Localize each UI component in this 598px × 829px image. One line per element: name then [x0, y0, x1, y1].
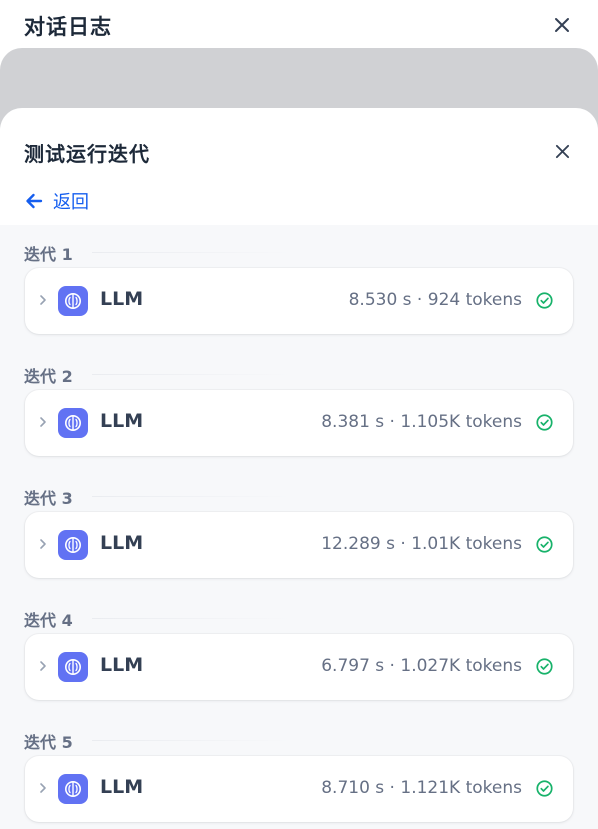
elapsed-time: 12.289 s	[321, 534, 395, 554]
token-count: 1.01K tokens	[411, 534, 522, 554]
check-circle-icon	[536, 780, 553, 797]
iteration-divider	[92, 252, 292, 253]
token-count: 1.105K tokens	[400, 412, 522, 432]
iteration-label: 迭代 3	[24, 489, 73, 508]
iteration-label: 迭代 4	[24, 611, 73, 630]
back-label: 返回	[53, 192, 89, 213]
meta-separator: ·	[411, 290, 428, 310]
chevron-right-icon[interactable]	[37, 293, 49, 307]
iteration-label: 迭代 1	[24, 245, 73, 264]
node-title: LLM	[100, 410, 144, 432]
close-icon[interactable]	[550, 13, 574, 37]
node-title: LLM	[100, 654, 144, 676]
chevron-right-icon[interactable]	[37, 781, 49, 795]
iteration-divider	[92, 496, 292, 497]
check-circle-icon	[536, 536, 553, 553]
meta-separator: ·	[384, 412, 401, 432]
llm-brain-icon	[58, 530, 88, 560]
check-circle-icon	[536, 658, 553, 675]
elapsed-time: 8.710 s	[321, 778, 385, 798]
node-run-meta: 6.797 s · 1.027K tokens	[321, 656, 522, 676]
iteration-node-card[interactable]: LLM 12.289 s · 1.01K tokens	[25, 512, 573, 578]
iteration-list: 迭代 1 LLM 8.530 s · 924 tokens 迭代 2 LLM 8…	[0, 225, 598, 829]
iteration-label: 迭代 2	[24, 367, 73, 386]
chevron-right-icon[interactable]	[37, 415, 49, 429]
elapsed-time: 6.797 s	[321, 656, 385, 676]
arrow-left-icon	[26, 193, 43, 209]
panel-title: 测试运行迭代	[24, 142, 150, 166]
node-title: LLM	[100, 776, 144, 798]
node-title: LLM	[100, 288, 144, 310]
check-circle-icon	[536, 292, 553, 309]
token-count: 1.121K tokens	[400, 778, 522, 798]
llm-brain-icon	[58, 286, 88, 316]
iteration-label: 迭代 5	[24, 733, 73, 752]
elapsed-time: 8.381 s	[321, 412, 385, 432]
iteration-node-card[interactable]: LLM 8.381 s · 1.105K tokens	[25, 390, 573, 456]
token-count: 924 tokens	[427, 290, 522, 310]
meta-separator: ·	[394, 534, 412, 554]
iteration-divider	[92, 740, 292, 741]
node-title: LLM	[100, 532, 144, 554]
node-run-meta: 8.381 s · 1.105K tokens	[321, 412, 522, 432]
node-run-meta: 8.530 s · 924 tokens	[349, 290, 522, 310]
node-run-meta: 12.289 s · 1.01K tokens	[321, 534, 522, 554]
back-button[interactable]: 返回	[24, 188, 89, 214]
iteration-panel: 测试运行迭代 返回 迭代 1 LLM 8.530 s · 924 tokens …	[0, 108, 598, 829]
iteration-node-card[interactable]: LLM 8.710 s · 1.121K tokens	[25, 756, 573, 822]
iteration-divider	[92, 374, 292, 375]
node-run-meta: 8.710 s · 1.121K tokens	[321, 778, 522, 798]
conversation-log-header: 对话日志	[0, 0, 598, 50]
meta-separator: ·	[384, 778, 401, 798]
iteration-divider	[92, 618, 292, 619]
llm-brain-icon	[58, 408, 88, 438]
iteration-node-card[interactable]: LLM 6.797 s · 1.027K tokens	[25, 634, 573, 700]
close-icon[interactable]	[550, 139, 574, 163]
elapsed-time: 8.530 s	[348, 290, 412, 310]
llm-brain-icon	[58, 774, 88, 804]
chevron-right-icon[interactable]	[37, 659, 49, 673]
check-circle-icon	[536, 414, 553, 431]
iteration-node-card[interactable]: LLM 8.530 s · 924 tokens	[25, 268, 573, 334]
llm-brain-icon	[58, 652, 88, 682]
token-count: 1.027K tokens	[400, 656, 522, 676]
conversation-log-title: 对话日志	[24, 15, 112, 39]
chevron-right-icon[interactable]	[37, 537, 49, 551]
meta-separator: ·	[384, 656, 401, 676]
